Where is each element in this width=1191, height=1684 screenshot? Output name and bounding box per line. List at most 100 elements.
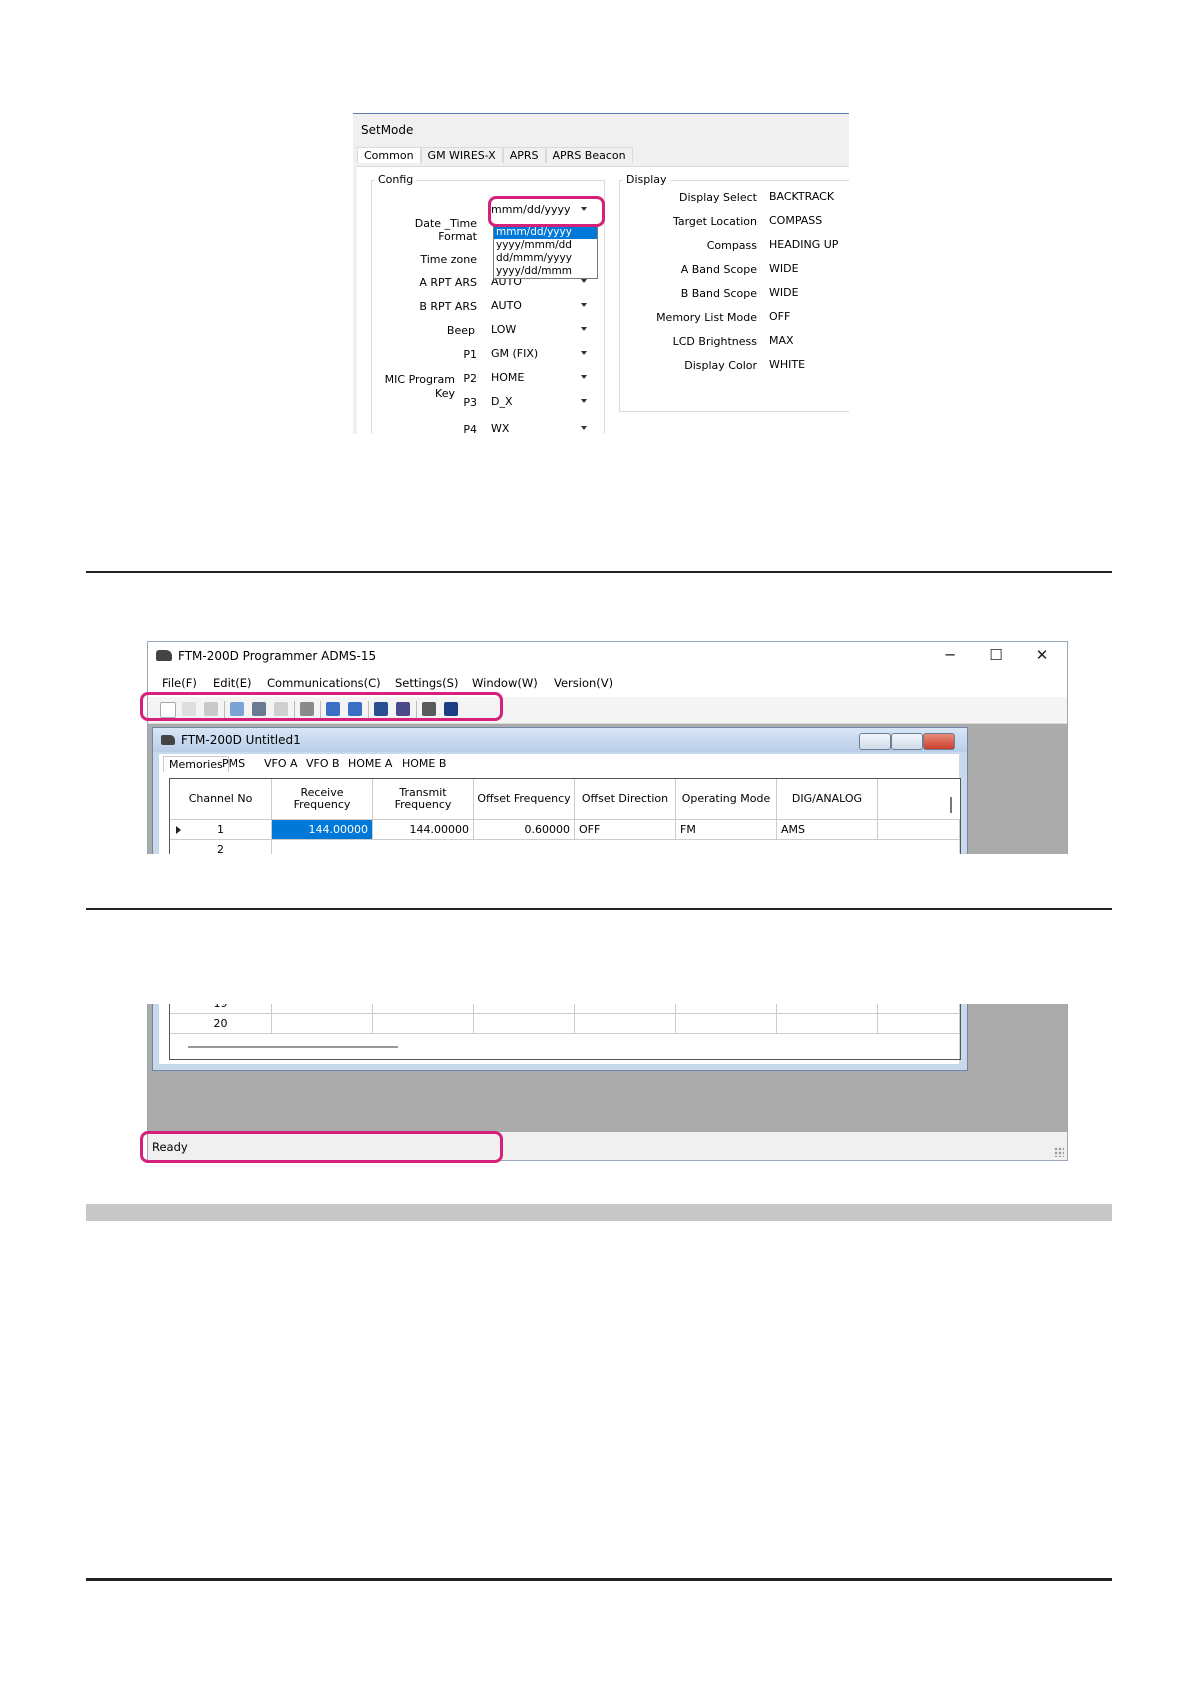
tab-gm-wires-x[interactable]: GM WIRES-X — [420, 147, 503, 163]
b-rpt-ars-select[interactable]: AUTO — [487, 297, 591, 316]
chevron-down-icon — [581, 351, 587, 355]
maximize-button[interactable]: ☐ — [974, 645, 1018, 665]
close-button[interactable]: ✕ — [1020, 645, 1064, 665]
table-cell[interactable] — [878, 820, 960, 840]
tab-vfo-a[interactable]: VFO A — [259, 756, 303, 771]
child-title: FTM-200D Untitled1 — [181, 733, 301, 747]
minimize-button[interactable]: ─ — [928, 645, 972, 665]
tab-aprs[interactable]: APRS — [502, 147, 546, 163]
compass-label: Compass — [706, 239, 757, 252]
lcd-brightness-value[interactable]: MAX — [765, 332, 849, 351]
beep-value: LOW — [491, 323, 517, 336]
tab-home-a[interactable]: HOME A — [343, 756, 397, 771]
menu-window[interactable]: Window(W) — [472, 676, 538, 690]
table-cell[interactable] — [676, 1004, 777, 1014]
table-cell[interactable] — [474, 1004, 575, 1014]
tab-pms[interactable]: PMS — [217, 756, 250, 771]
horizontal-scrollbar[interactable] — [188, 1046, 398, 1048]
menu-settings[interactable]: Settings(S) — [395, 676, 458, 690]
dropdown-option[interactable]: mmm/dd/yyyy — [494, 226, 597, 239]
child-body: 19 20 — [159, 1004, 961, 1064]
display-group-title: Display — [623, 173, 670, 186]
child-window: FTM-200D Untitled1 Memories PMS VFO A VF… — [152, 727, 968, 854]
dropdown-option[interactable]: yyyy/mmm/dd — [494, 239, 597, 252]
table-cell[interactable]: FM — [676, 820, 777, 840]
table-cell-selected[interactable]: 144.00000 — [272, 820, 373, 840]
column-header[interactable]: Operating Mode — [676, 779, 777, 820]
target-location-value[interactable]: COMPASS — [765, 212, 849, 231]
a-band-scope-value[interactable]: WIDE — [765, 260, 849, 279]
menu-version[interactable]: Version(V) — [554, 676, 613, 690]
tab-common[interactable]: Common — [357, 147, 421, 163]
display-color-value[interactable]: WHITE — [765, 356, 849, 375]
table-cell[interactable]: 2 — [170, 840, 272, 854]
resize-grip-icon[interactable] — [1054, 1147, 1064, 1157]
b-band-scope-label: B Band Scope — [680, 287, 757, 300]
chevron-down-icon — [581, 399, 587, 403]
menu-edit[interactable]: Edit(E) — [213, 676, 252, 690]
table-cell[interactable] — [575, 1014, 676, 1034]
table-cell[interactable]: OFF — [575, 820, 676, 840]
chevron-down-icon — [581, 375, 587, 379]
dropdown-option[interactable]: yyyy/dd/mmm — [494, 265, 597, 278]
b-band-scope-value[interactable]: WIDE — [765, 284, 849, 303]
table-cell[interactable]: 144.00000 — [373, 820, 474, 840]
tab-vfo-b[interactable]: VFO B — [301, 756, 345, 771]
config-group-title: Config — [375, 173, 417, 186]
b-rpt-ars-label: B RPT ARS — [419, 300, 477, 313]
table-cell[interactable]: 1 — [170, 820, 272, 840]
date-time-format-label: Date _Time Format — [414, 217, 477, 243]
table-cell[interactable] — [777, 1004, 878, 1014]
table-cell[interactable] — [272, 1014, 373, 1034]
p4-select[interactable]: WX — [487, 420, 591, 434]
dropdown-option[interactable]: dd/mmm/yyyy — [494, 252, 597, 265]
table-cell[interactable] — [878, 1004, 960, 1014]
table-cell[interactable] — [474, 1014, 575, 1034]
column-header[interactable]: Offset Direction — [575, 779, 676, 820]
table-cell[interactable]: 20 — [170, 1014, 272, 1034]
column-header[interactable]: Offset Frequency — [474, 779, 575, 820]
p2-label: P2 — [463, 372, 477, 385]
tab-home-b[interactable]: HOME B — [397, 756, 451, 771]
display-select-value[interactable]: BACKTRACK — [765, 188, 849, 207]
table-cell[interactable] — [373, 1014, 474, 1034]
child-close-button[interactable] — [923, 733, 955, 750]
beep-select[interactable]: LOW — [487, 321, 591, 340]
column-header[interactable]: Channel No — [170, 779, 272, 820]
table-cell[interactable]: 0.60000 — [474, 820, 575, 840]
column-header[interactable]: DIG/ANALOG — [777, 779, 878, 820]
column-header[interactable]: Receive Frequency — [272, 779, 373, 820]
child-minimize-button[interactable] — [859, 733, 891, 750]
tab-aprs-beacon[interactable]: APRS Beacon — [545, 147, 633, 163]
p2-select[interactable]: HOME — [487, 369, 591, 388]
column-header-empty — [878, 779, 960, 820]
table-cell[interactable] — [373, 1004, 474, 1014]
compass-value[interactable]: HEADING UP — [765, 236, 849, 255]
p4-label: P4 — [463, 423, 477, 434]
table-cell[interactable] — [777, 1014, 878, 1034]
table-cell[interactable]: AMS — [777, 820, 878, 840]
memory-list-mode-value[interactable]: OFF — [765, 308, 849, 327]
p2-value: HOME — [491, 371, 525, 384]
table-cell[interactable]: 19 — [170, 1004, 272, 1014]
scrollbar[interactable] — [950, 797, 952, 813]
chevron-down-icon — [581, 279, 587, 283]
table-cell[interactable] — [575, 1004, 676, 1014]
lcd-brightness-label: LCD Brightness — [672, 335, 757, 348]
menu-file[interactable]: File(F) — [162, 676, 197, 690]
child-restore-button[interactable] — [891, 733, 923, 750]
column-header[interactable]: Transmit Frequency — [373, 779, 474, 820]
setmode-title: SetMode — [361, 123, 414, 137]
table-cell[interactable] — [676, 1014, 777, 1034]
mic-program-label: MIC Program — [384, 373, 455, 386]
p1-value: GM (FIX) — [491, 347, 539, 360]
menu-communications[interactable]: Communications(C) — [267, 676, 381, 690]
table-cell[interactable] — [878, 1014, 960, 1034]
p1-select[interactable]: GM (FIX) — [487, 345, 591, 364]
programmer-screenshot-top: FTM-200D Programmer ADMS-15 ─ ☐ ✕ File(F… — [147, 641, 1068, 854]
table-cell[interactable] — [272, 1004, 373, 1014]
a-rpt-ars-label: A RPT ARS — [419, 276, 477, 289]
memory-grid: 19 20 — [169, 1004, 961, 1060]
p1-label: P1 — [463, 348, 477, 361]
p3-select[interactable]: D_X — [487, 393, 591, 412]
